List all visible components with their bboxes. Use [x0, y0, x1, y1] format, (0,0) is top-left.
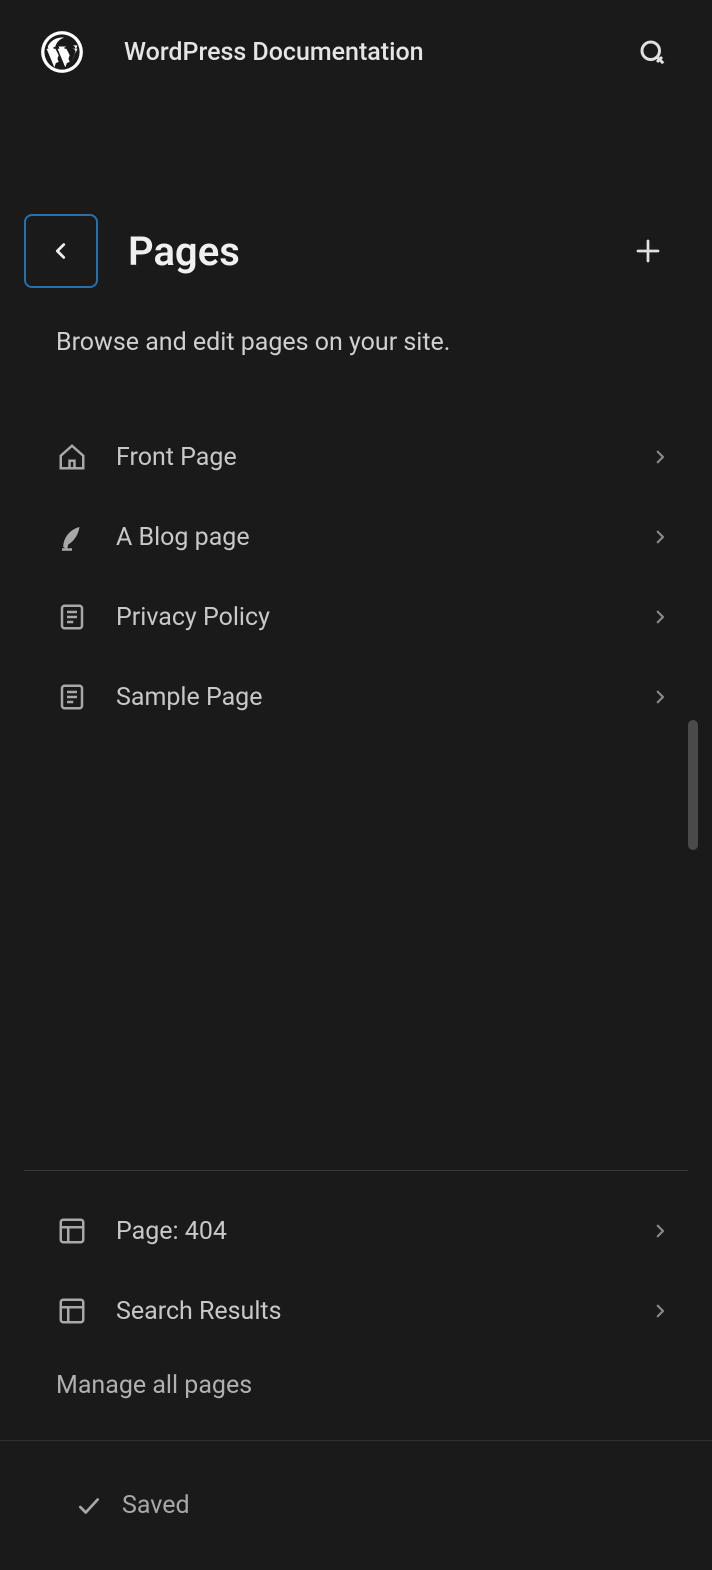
- template-item-search-results[interactable]: Search Results: [56, 1271, 672, 1351]
- page-icon: [56, 601, 88, 633]
- page-item-privacy-policy[interactable]: Privacy Policy: [56, 577, 672, 657]
- template-item-404[interactable]: Page: 404: [56, 1191, 672, 1271]
- chevron-right-icon: [648, 525, 672, 549]
- chevron-right-icon: [648, 445, 672, 469]
- section-header: Pages: [0, 94, 712, 308]
- page-item-front-page[interactable]: Front Page: [56, 417, 672, 497]
- page-icon: [56, 681, 88, 713]
- pages-list: Front Page A Blog page Privacy Policy: [0, 397, 712, 737]
- chevron-right-icon: [648, 685, 672, 709]
- page-item-blog[interactable]: A Blog page: [56, 497, 672, 577]
- page-item-label: A Blog page: [116, 523, 620, 552]
- chevron-right-icon: [648, 1219, 672, 1243]
- home-icon: [56, 441, 88, 473]
- wordpress-logo-icon[interactable]: [40, 30, 84, 74]
- footer-status-bar: Saved: [0, 1441, 712, 1570]
- section-description: Browse and edit pages on your site.: [0, 308, 712, 397]
- back-button[interactable]: [24, 214, 98, 288]
- chevron-right-icon: [648, 605, 672, 629]
- check-icon: [76, 1493, 102, 1519]
- manage-all-pages-link[interactable]: Manage all pages: [0, 1351, 712, 1440]
- scrollbar-thumb[interactable]: [688, 720, 698, 850]
- page-item-sample-page[interactable]: Sample Page: [56, 657, 672, 737]
- top-bar: WordPress Documentation: [0, 0, 712, 94]
- page-item-label: Privacy Policy: [116, 603, 620, 632]
- add-page-button[interactable]: [624, 227, 672, 275]
- search-button[interactable]: [632, 32, 672, 72]
- chevron-left-icon: [50, 240, 72, 262]
- save-status-label: Saved: [122, 1491, 190, 1520]
- page-item-label: Sample Page: [116, 683, 620, 712]
- site-title: WordPress Documentation: [124, 38, 632, 67]
- plus-icon: [633, 236, 663, 266]
- chevron-right-icon: [648, 1299, 672, 1323]
- page-item-label: Front Page: [116, 443, 620, 472]
- templates-list: Page: 404 Search Results: [0, 1171, 712, 1351]
- layout-icon: [56, 1295, 88, 1327]
- quill-icon: [56, 521, 88, 553]
- layout-icon: [56, 1215, 88, 1247]
- template-item-label: Search Results: [116, 1297, 620, 1326]
- page-title: Pages: [128, 228, 594, 275]
- template-item-label: Page: 404: [116, 1217, 620, 1246]
- search-icon: [637, 37, 667, 67]
